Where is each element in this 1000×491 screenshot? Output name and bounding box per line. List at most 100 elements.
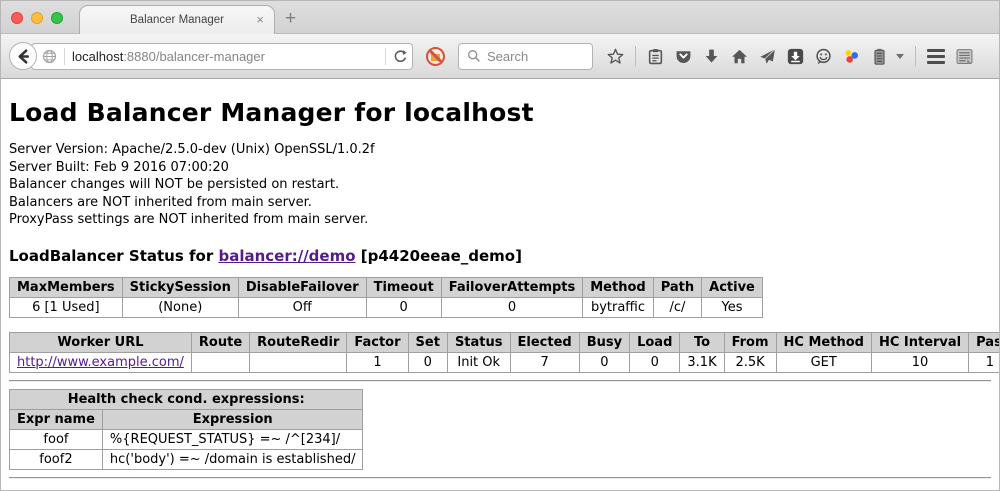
window-controls bbox=[11, 12, 63, 24]
grid-extension-icon[interactable] bbox=[956, 48, 973, 65]
proxypass-notice-line: ProxyPass settings are NOT inherited fro… bbox=[9, 211, 991, 229]
window-zoom-button[interactable] bbox=[51, 12, 63, 24]
cell-timeout: 0 bbox=[366, 297, 441, 317]
page-content: Load Balancer Manager for localhost Serv… bbox=[1, 79, 999, 491]
cell-busy: 0 bbox=[579, 352, 629, 372]
table-row: foof %{REQUEST_STATUS} =~ /^[234]/ bbox=[10, 429, 363, 449]
url-host: localhost bbox=[72, 49, 123, 64]
col-disablefailover: DisableFailover bbox=[238, 277, 366, 297]
inherit-notice-line: Balancers are NOT inherited from main se… bbox=[9, 194, 991, 212]
cell-path: /c/ bbox=[653, 297, 701, 317]
divider bbox=[9, 380, 991, 382]
persist-notice-line: Balancer changes will NOT be persisted o… bbox=[9, 176, 991, 194]
col-busy: Busy bbox=[579, 332, 629, 352]
col-timeout: Timeout bbox=[366, 277, 441, 297]
cell-hc-method: GET bbox=[776, 352, 871, 372]
col-elected: Elected bbox=[510, 332, 579, 352]
table-header-row: Expr name Expression bbox=[10, 409, 363, 429]
col-to: To bbox=[680, 332, 724, 352]
cell-elected: 7 bbox=[510, 352, 579, 372]
worker-url-link[interactable]: http://www.example.com/ bbox=[17, 355, 184, 370]
search-input[interactable] bbox=[487, 49, 577, 64]
cell-active: Yes bbox=[702, 297, 763, 317]
balancer-settings-table: MaxMembers StickySession DisableFailover… bbox=[9, 277, 763, 318]
url-bar[interactable]: localhost:8880/balancer-manager bbox=[31, 43, 413, 70]
toolbar-separator bbox=[635, 46, 636, 66]
loadbalancer-status-heading: LoadBalancer Status for balancer://demo … bbox=[9, 247, 991, 265]
cell-expr-name: foof2 bbox=[10, 449, 103, 469]
worker-table: Worker URL Route RouteRedir Factor Set S… bbox=[9, 332, 999, 373]
health-table-title: Health check cond. expressions: bbox=[10, 389, 363, 409]
table-title-row: Health check cond. expressions: bbox=[10, 389, 363, 409]
browser-window: Balancer Manager × + localhost:8880/bala… bbox=[0, 0, 1000, 491]
menu-hamburger-icon[interactable] bbox=[927, 49, 945, 64]
table-row: foof2 hc('body') =~ /domain is establish… bbox=[10, 449, 363, 469]
cell-passes: 1 (0) bbox=[969, 352, 999, 372]
bookmark-star-icon[interactable] bbox=[607, 48, 624, 65]
col-maxmembers: MaxMembers bbox=[10, 277, 123, 297]
back-arrow-icon bbox=[15, 48, 32, 65]
cell-method: bytraffic bbox=[583, 297, 653, 317]
col-passes: Passes bbox=[969, 332, 999, 352]
server-version-line: Server Version: Apache/2.5.0-dev (Unix) … bbox=[9, 141, 991, 159]
col-hc-interval: HC Interval bbox=[871, 332, 968, 352]
home-icon[interactable] bbox=[731, 48, 748, 65]
back-button[interactable] bbox=[9, 42, 37, 70]
status-heading-suffix: [p4420eeae_demo] bbox=[356, 247, 522, 265]
col-routeredir: RouteRedir bbox=[250, 332, 347, 352]
tab-close-button[interactable]: × bbox=[256, 12, 264, 27]
cell-to: 3.1K bbox=[680, 352, 724, 372]
col-route: Route bbox=[191, 332, 249, 352]
divider bbox=[9, 477, 991, 479]
col-method: Method bbox=[583, 277, 653, 297]
cell-failoverattempts: 0 bbox=[441, 297, 583, 317]
navigation-toolbar: localhost:8880/balancer-manager bbox=[1, 34, 999, 79]
pocket-icon[interactable] bbox=[675, 48, 692, 65]
status-heading-prefix: LoadBalancer Status for bbox=[9, 247, 218, 265]
page-title: Load Balancer Manager for localhost bbox=[9, 98, 991, 127]
cell-load: 0 bbox=[630, 352, 680, 372]
col-status: Status bbox=[447, 332, 510, 352]
url-path: :8880/balancer-manager bbox=[123, 49, 265, 64]
balancer-demo-link[interactable]: balancer://demo bbox=[218, 247, 355, 265]
toolbar-separator bbox=[915, 46, 916, 66]
cell-expr-name: foof bbox=[10, 429, 103, 449]
new-tab-button[interactable]: + bbox=[285, 5, 296, 33]
col-load: Load bbox=[630, 332, 680, 352]
cell-expression: %{REQUEST_STATUS} =~ /^[234]/ bbox=[102, 429, 363, 449]
cell-hc-interval: 10 bbox=[871, 352, 968, 372]
feedback-smiley-icon[interactable] bbox=[815, 48, 832, 65]
col-set: Set bbox=[408, 332, 447, 352]
window-close-button[interactable] bbox=[11, 12, 23, 24]
tab-strip: Balancer Manager × + bbox=[1, 1, 999, 34]
colored-dots-extension-icon[interactable] bbox=[843, 48, 860, 65]
reload-icon[interactable] bbox=[393, 49, 408, 64]
reading-list-clipboard-icon[interactable] bbox=[647, 48, 664, 65]
cell-routeredir bbox=[250, 352, 347, 372]
plugin-blocked-icon[interactable] bbox=[426, 47, 445, 66]
health-check-table: Health check cond. expressions: Expr nam… bbox=[9, 389, 363, 470]
globe-icon bbox=[42, 49, 57, 64]
col-expr-name: Expr name bbox=[10, 409, 103, 429]
send-tab-icon[interactable] bbox=[759, 48, 776, 65]
search-bar[interactable] bbox=[458, 43, 593, 70]
window-minimize-button[interactable] bbox=[31, 12, 43, 24]
chevron-down-icon[interactable] bbox=[896, 54, 904, 59]
col-from: From bbox=[724, 332, 776, 352]
table-header-row: MaxMembers StickySession DisableFailover… bbox=[10, 277, 763, 297]
downloads-icon[interactable] bbox=[703, 48, 720, 65]
search-icon bbox=[467, 49, 481, 63]
table-row: 6 [1 Used] (None) Off 0 0 bytraffic /c/ … bbox=[10, 297, 763, 317]
video-download-extension-icon[interactable] bbox=[787, 48, 804, 65]
server-info: Server Version: Apache/2.5.0-dev (Unix) … bbox=[9, 141, 991, 229]
col-stickysession: StickySession bbox=[122, 277, 238, 297]
col-hc-method: HC Method bbox=[776, 332, 871, 352]
cell-stickysession: (None) bbox=[122, 297, 238, 317]
server-built-line: Server Built: Feb 9 2016 07:00:20 bbox=[9, 159, 991, 177]
browser-tab[interactable]: Balancer Manager × bbox=[79, 5, 275, 34]
col-expression: Expression bbox=[102, 409, 363, 429]
battery-extension-icon[interactable] bbox=[871, 48, 888, 65]
cell-factor: 1 bbox=[347, 352, 408, 372]
cell-disablefailover: Off bbox=[238, 297, 366, 317]
cell-set: 0 bbox=[408, 352, 447, 372]
